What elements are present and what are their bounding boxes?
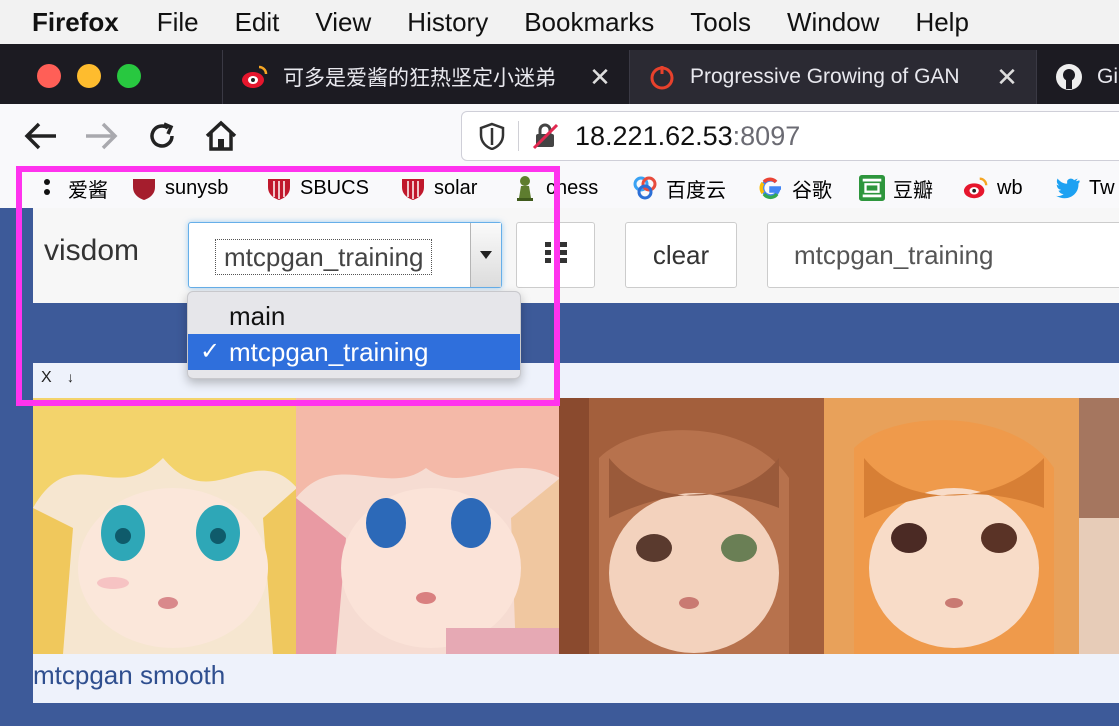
bookmark-chess[interactable]: chess [512,172,598,204]
filter-input[interactable]: mtcpgan_training [767,222,1119,288]
chevron-down-icon[interactable] [470,223,501,287]
shield-icon [400,175,426,201]
bookmark-twitter[interactable]: Tw [1055,172,1115,204]
menu-bookmarks[interactable]: Bookmarks [524,7,654,38]
bookmark-label: 爱酱 [68,179,108,202]
shield-icon [131,175,157,201]
address-bar[interactable]: 18.221.62.53:8097 [461,111,1119,161]
manage-environments-button[interactable] [516,222,595,288]
environment-dropdown: main ✓ mtcpgan_training [187,291,521,379]
shield-icon [266,175,292,201]
close-window-button[interactable] [37,64,61,88]
tab-github[interactable]: Gi [1036,50,1119,104]
url-host: 18.221.62.53 [575,120,733,151]
douban-icon [859,175,885,201]
bookmark-label: sunysb [165,176,229,199]
generated-face-image [559,398,825,654]
generated-face-image [33,398,297,654]
generated-face-image [1079,398,1119,654]
paper-icon [648,63,676,91]
environment-select[interactable]: mtcpgan_training [188,222,502,288]
tab-title: Progressive Growing of GAN [690,65,960,88]
bookmark-label: chess [546,176,599,199]
menu-window[interactable]: Window [787,7,879,38]
menu-history[interactable]: History [407,7,488,38]
google-icon [758,175,784,201]
pawn-icon [512,175,538,201]
urlbar-divider [518,121,519,151]
reload-icon[interactable] [144,118,180,154]
visdom-logo: visdom [44,234,140,267]
option-label: mtcpgan_training [229,337,429,367]
bookmark-label: 豆瓣 [893,179,933,202]
bookmark-label: Tw [1089,176,1115,199]
generated-images-grid [33,398,1119,654]
checkmark-icon: ✓ [200,338,221,365]
weibo-icon [241,63,269,91]
bookmark-baiduyun[interactable]: 百度云 [632,172,726,204]
bookmark-google[interactable]: 谷歌 [758,172,832,204]
menu-view[interactable]: View [315,7,371,38]
cloud-icon [632,175,658,201]
close-icon[interactable]: ✕ [589,62,611,93]
tab-progressive-gan[interactable]: Progressive Growing of GAN ✕ [629,50,1036,104]
option-label: main [229,301,286,331]
menu-tools[interactable]: Tools [690,7,751,38]
generated-face-image [296,398,560,654]
clear-button[interactable]: clear [625,222,737,288]
menu-app-name[interactable]: Firefox [32,7,119,38]
download-icon[interactable]: ↓ [67,369,74,385]
tab-title: 可多是爱酱的狂热坚定小迷弟 [283,67,556,90]
bookmark-sbucs[interactable]: SBUCS [266,172,369,204]
menu-grid-icon [543,239,569,272]
forward-arrow-icon[interactable] [83,118,119,154]
environment-select-value: mtcpgan_training [215,239,433,275]
generated-face-image [824,398,1080,654]
twitter-icon [1055,175,1081,201]
github-icon [1055,63,1083,91]
back-arrow-icon[interactable] [23,118,59,154]
bookmark-label: solar [434,176,478,199]
url-port: :8097 [732,120,801,151]
minimize-window-button[interactable] [77,64,101,88]
bookmark-aijiang[interactable]: 爱酱 [34,172,108,204]
bookmark-wb[interactable]: wb [963,172,1023,204]
bookmark-sunysb[interactable]: sunysb [131,172,228,204]
zoom-window-button[interactable] [117,64,141,88]
menu-edit[interactable]: Edit [235,7,280,38]
tracking-shield-icon[interactable] [478,122,506,151]
pane-caption: mtcpgan smooth [33,660,226,690]
dot-icon [34,175,60,201]
bookmark-label: SBUCS [300,176,369,199]
bookmark-label: 百度云 [666,179,726,202]
menu-help[interactable]: Help [915,7,968,38]
tab-weibo[interactable]: 可多是爱酱的狂热坚定小迷弟 ✕ [222,50,629,104]
bookmark-solar[interactable]: solar [400,172,477,204]
close-icon[interactable]: ✕ [996,62,1018,93]
bookmark-label: 谷歌 [792,179,832,202]
tab-title: Gi [1097,65,1118,88]
environment-option-mtcpgan-training[interactable]: ✓ mtcpgan_training [188,334,520,370]
page-bottom-strip [33,706,1119,726]
menu-file[interactable]: File [157,7,199,38]
insecure-lock-icon[interactable] [531,122,559,150]
bookmark-label: wb [997,176,1023,199]
weibo-icon [963,175,989,201]
home-icon[interactable] [203,118,239,154]
menu-bar: Firefox File Edit View History Bookmarks… [0,0,1119,44]
bookmark-douban[interactable]: 豆瓣 [859,172,933,204]
close-pane-button[interactable]: X [41,369,52,387]
environment-option-main[interactable]: main [188,298,520,334]
